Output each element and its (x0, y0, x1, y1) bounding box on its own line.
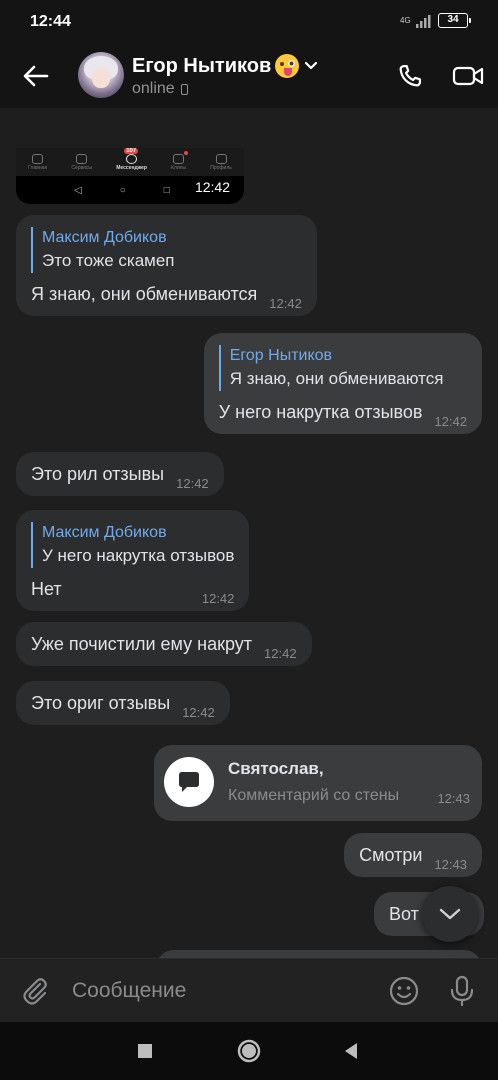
call-button[interactable] (392, 58, 428, 94)
thumb-tab-home: Главная (28, 153, 47, 171)
chevron-down-icon (439, 908, 461, 920)
thumb-home-icon: ○ (119, 184, 126, 196)
wall-comment-title: Святослав, (228, 759, 324, 778)
message-bubble[interactable]: Максим Добиков Это тоже скамеп Я знаю, о… (16, 215, 317, 316)
message-composer (0, 958, 498, 1022)
voice-message-button[interactable] (444, 973, 480, 1009)
status-time: 12:44 (30, 13, 71, 30)
message-bubble[interactable]: Егор Нытиков Я знаю, они обмениваются У … (203, 333, 482, 434)
network-4g-icon: 4G (400, 15, 411, 25)
message-time: 12:42 (201, 591, 235, 606)
reply-quote[interactable]: Максим Добиков У него накрутка отзывов (31, 522, 234, 568)
message-time: 12:43 (437, 791, 470, 806)
reply-text: Я знаю, они обмениваются (229, 369, 444, 388)
reply-author: Максим Добиков (42, 524, 167, 541)
message-bubble[interactable]: Это рил отзывы 12:42 (16, 452, 224, 496)
chat-header: Егор Нытиков online (0, 46, 498, 108)
home-button[interactable] (234, 1036, 264, 1066)
avatar[interactable] (78, 52, 124, 98)
reply-text: У него накрутка отзывов (42, 546, 235, 565)
grid-icon (76, 153, 88, 164)
message-list[interactable]: Главная Сервисы Мессенджер 107 Клипы Про… (0, 108, 498, 958)
message-input[interactable] (72, 973, 372, 1009)
message-time: 12:43 (434, 857, 467, 872)
message-text: Уже почистили ему накрут (31, 634, 253, 654)
unread-badge: 107 (124, 148, 139, 154)
attachment-time: 12:42 (190, 178, 234, 196)
message-text: У него накрутка отзывов (218, 402, 423, 422)
message-text: Это рил отзывы (31, 464, 165, 484)
message-text: Нет (31, 579, 62, 599)
microphone-icon (450, 975, 474, 1007)
screenshot-attachment[interactable]: Главная Сервисы Мессенджер 107 Клипы Про… (16, 148, 244, 204)
recents-button[interactable] (130, 1036, 160, 1066)
wall-comment-subtitle: Комментарий со стены (228, 787, 400, 804)
video-camera-icon (452, 66, 484, 86)
message-bubble[interactable]: Максим Добиков У него накрутка отзывов Н… (16, 510, 250, 611)
paperclip-icon (23, 978, 47, 1005)
reply-author: Егор Нытиков (229, 347, 333, 364)
thumb-recents-icon: □ (163, 184, 170, 196)
phone-icon (399, 64, 422, 87)
back-button[interactable] (18, 58, 54, 94)
message-time: 12:42 (264, 646, 297, 661)
message-time: 12:42 (269, 296, 302, 311)
battery-icon: 34 (438, 13, 471, 28)
reply-quote[interactable]: Максим Добиков Это тоже скамеп (31, 227, 302, 273)
message-time: 12:42 (176, 476, 209, 491)
profile-icon (215, 153, 227, 164)
video-call-button[interactable] (450, 58, 486, 94)
message-bubble[interactable] (156, 950, 482, 958)
home-circle-icon (237, 1039, 261, 1063)
thumb-tab-messenger: Мессенджер 107 (116, 148, 147, 171)
chat-icon (126, 153, 138, 164)
zany-face-emoji (275, 54, 300, 78)
system-navigation-bar (0, 1022, 498, 1080)
status-icons: 4G 34 (400, 13, 471, 28)
back-triangle-icon (345, 1043, 357, 1059)
status-bar: 12:44 4G 34 (0, 0, 498, 46)
mobile-device-icon (180, 83, 188, 95)
attach-button[interactable] (18, 973, 54, 1009)
reply-text: Это тоже скамеп (42, 251, 175, 270)
message-text: Я знаю, они обмениваются (31, 284, 258, 304)
wall-comment-attachment[interactable]: Святослав, Комментарий со стены 12:43 (154, 745, 482, 821)
chevron-down-icon[interactable] (303, 58, 319, 74)
message-bubble[interactable]: Уже почистили ему накрут 12:42 (16, 622, 312, 666)
message-bubble[interactable]: Смотри 12:43 (344, 833, 482, 877)
thumb-tab-profile: Профиль (210, 153, 232, 171)
message-text: Это ориг отзывы (31, 693, 171, 713)
avatar-face (92, 68, 110, 88)
back-arrow-icon (23, 65, 49, 87)
message-time: 12:42 (434, 414, 467, 429)
message-time: 12:42 (182, 705, 215, 720)
thumb-back-icon: ◁ (74, 184, 82, 196)
status-text: online (132, 80, 175, 97)
contact-name: Егор Нытиков (132, 54, 272, 77)
notification-dot (184, 150, 189, 155)
message-bubble[interactable]: Это ориг отзывы 12:42 (16, 681, 230, 725)
scroll-to-bottom-button[interactable] (422, 886, 478, 942)
smile-icon (389, 976, 419, 1006)
clips-icon (173, 153, 185, 164)
message-text: Вот (389, 904, 419, 924)
message-text: Смотри (359, 845, 423, 865)
comment-icon (164, 757, 214, 807)
reply-author: Максим Добиков (42, 229, 167, 246)
contact-status: online (132, 80, 319, 98)
recents-square-icon (138, 1044, 152, 1058)
contact-title[interactable]: Егор Нытиков online (132, 54, 319, 98)
system-back-button[interactable] (336, 1036, 366, 1066)
thumb-tab-services: Сервисы (71, 153, 92, 171)
emoji-button[interactable] (386, 973, 422, 1009)
thumb-tab-clips: Клипы (171, 150, 189, 171)
home-icon (32, 153, 44, 164)
contact-name-row[interactable]: Егор Нытиков (132, 54, 319, 78)
reply-quote[interactable]: Егор Нытиков Я знаю, они обмениваются (218, 345, 467, 391)
signal-icon (416, 14, 431, 28)
thumb-tabbar: Главная Сервисы Мессенджер 107 Клипы Про… (16, 148, 244, 176)
